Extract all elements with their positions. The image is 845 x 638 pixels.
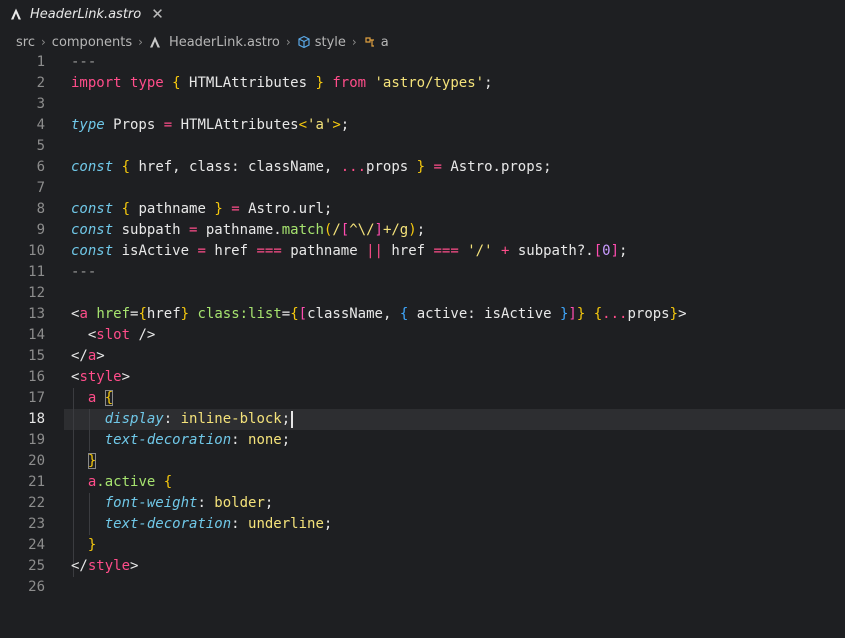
- chevron-right-icon: ›: [351, 35, 357, 49]
- breadcrumb-a[interactable]: a: [363, 35, 389, 50]
- code-line: 25 </style>: [28, 558, 139, 574]
- breadcrumb-file-label: HeaderLink.astro: [168, 34, 280, 50]
- code-editor[interactable]: 1 --- 2 import type { HTMLAttributes } fro…: [0, 52, 845, 638]
- code-line: 1 ---: [36, 54, 97, 70]
- code-line: 14 <slot />: [28, 327, 156, 343]
- code-line: 9 const subpath = pathname.match(/[^\/]+/…: [36, 222, 426, 238]
- code-line: 17 a {: [28, 390, 114, 406]
- code-line: 6 const { href, class: className, ...prop…: [36, 159, 552, 175]
- code-line: 5: [36, 138, 45, 154]
- breadcrumb-style-label: style: [314, 34, 346, 50]
- symbol-key-icon: [365, 37, 374, 47]
- code-line: 3: [36, 96, 45, 112]
- code-line: 22 font-weight: bolder;: [28, 495, 274, 511]
- code-line: 8 const { pathname } = Astro.url;: [36, 201, 333, 217]
- code-line: 4 type Props = HTMLAttributes<'a'>;: [36, 117, 350, 133]
- breadcrumb-style[interactable]: style: [297, 35, 346, 50]
- tab-headerlink-astro[interactable]: HeaderLink.astro ✕: [0, 0, 174, 28]
- code-line: 19 text-decoration: none;: [28, 432, 291, 448]
- breadcrumb-file[interactable]: HeaderLink.astro: [149, 35, 280, 50]
- code-line-current: 18 display: inline-block;: [0, 409, 845, 430]
- code-line: 10 const isActive = href === pathname || …: [28, 243, 628, 259]
- code-line: 15 </a>: [28, 348, 105, 364]
- astro-file-icon: [149, 36, 160, 48]
- code-line: 16 <style>: [28, 369, 131, 385]
- code-line: 13 <a href={href} class:list={[className,…: [28, 306, 687, 322]
- code-line: 12: [28, 285, 45, 301]
- chevron-right-icon: ›: [40, 35, 46, 49]
- chevron-right-icon: ›: [138, 35, 143, 49]
- breadcrumb-components[interactable]: components: [52, 35, 132, 50]
- breadcrumb-a-label: a: [380, 34, 389, 50]
- tab-title: HeaderLink.astro: [30, 6, 142, 22]
- breadcrumb-src[interactable]: src: [16, 35, 35, 50]
- code-line: 24 }: [28, 537, 97, 553]
- code-line: 23 text-decoration: underline;: [28, 516, 333, 532]
- tab-bar: HeaderLink.astro ✕: [0, 0, 845, 28]
- code-line: 21 a.active {: [28, 474, 173, 490]
- chevron-right-icon: ›: [285, 35, 291, 49]
- code-line: 2 import type { HTMLAttributes } from 'as…: [36, 75, 493, 91]
- code-line: 11 ---: [28, 264, 97, 280]
- cube-icon: [298, 35, 310, 49]
- close-icon[interactable]: ✕: [151, 6, 164, 22]
- astro-file-icon: [11, 8, 21, 20]
- code-line: 20 }: [28, 453, 97, 469]
- breadcrumb: src › components › HeaderLink.astro › st…: [0, 30, 389, 54]
- code-line: 26: [28, 579, 45, 595]
- code-line: 7: [36, 180, 45, 196]
- text-cursor: [291, 410, 294, 428]
